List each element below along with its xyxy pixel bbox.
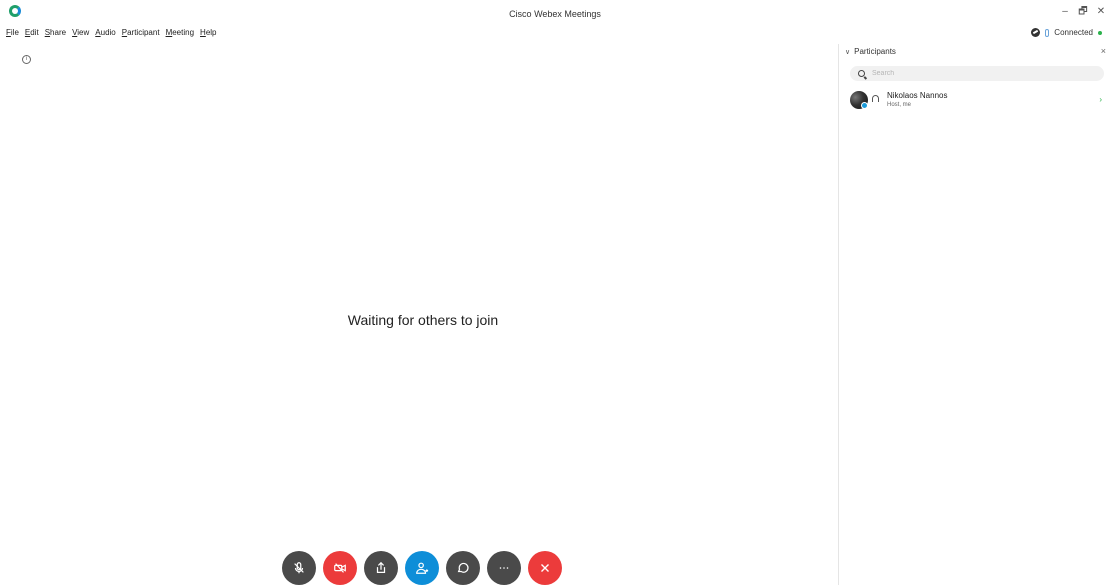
panel-title: Participants (854, 47, 896, 56)
participant-name: Nikolaos Nannos (887, 91, 948, 100)
menu-bar: File Edit Share View Audio Participant M… (6, 28, 223, 40)
search-icon (858, 70, 865, 77)
connected-dot-icon (1098, 30, 1102, 35)
close-window-button[interactable]: ✕ (1092, 4, 1110, 20)
audio-status-icon (1045, 28, 1050, 37)
chat-button[interactable] (446, 551, 480, 585)
participant-role: Host, me (887, 102, 912, 108)
participants-panel: ∨ Participants × Nikolaos Nannos Host, m… (838, 44, 1110, 585)
chat-icon (457, 562, 469, 573)
share-button[interactable] (364, 551, 398, 585)
participants-button[interactable] (405, 551, 439, 585)
menu-share[interactable]: Share (45, 28, 66, 40)
menu-meeting[interactable]: Meeting (166, 28, 194, 40)
mic-off-icon (294, 562, 304, 574)
menu-audio[interactable]: Audio (95, 28, 115, 40)
panel-header[interactable]: ∨ Participants (845, 47, 896, 56)
search-input[interactable] (872, 70, 1072, 77)
share-icon (376, 561, 386, 573)
headset-icon (872, 95, 879, 102)
participant-row[interactable]: Nikolaos Nannos Host, me › (850, 91, 1108, 113)
network-icon (1031, 28, 1041, 37)
window-title: Cisco Webex Meetings (509, 9, 601, 19)
menu-help[interactable]: Help (200, 28, 216, 40)
meeting-controls (282, 551, 562, 585)
menu-view[interactable]: View (72, 28, 89, 40)
menu-file[interactable]: File (6, 28, 19, 40)
chevron-down-icon: ∨ (845, 48, 851, 56)
connection-status[interactable]: Connected (1031, 28, 1102, 37)
audio-level-icon: › (1099, 95, 1102, 104)
restore-button[interactable]: 🗗 (1074, 4, 1092, 20)
more-icon (499, 567, 509, 569)
participant-search (850, 66, 1104, 81)
more-button[interactable] (487, 551, 521, 585)
menu-edit[interactable]: Edit (25, 28, 39, 40)
waiting-message: Waiting for others to join (347, 312, 499, 328)
window-controls: – 🗗 ✕ (1056, 4, 1110, 20)
connected-label: Connected (1054, 28, 1093, 37)
host-badge-icon (861, 102, 868, 109)
minimize-button[interactable]: – (1056, 4, 1074, 20)
menu-participant[interactable]: Participant (122, 28, 160, 40)
video-off-icon (334, 563, 346, 573)
leave-button[interactable] (528, 551, 562, 585)
participants-icon (416, 562, 429, 574)
close-icon (541, 564, 549, 572)
info-icon[interactable]: i (22, 55, 31, 64)
mute-button[interactable] (282, 551, 316, 585)
title-bar: Cisco Webex Meetings – 🗗 ✕ (0, 0, 1110, 26)
video-button[interactable] (323, 551, 357, 585)
meeting-stage: i Waiting for others to join (0, 44, 838, 585)
panel-close-button[interactable]: × (1101, 46, 1106, 56)
